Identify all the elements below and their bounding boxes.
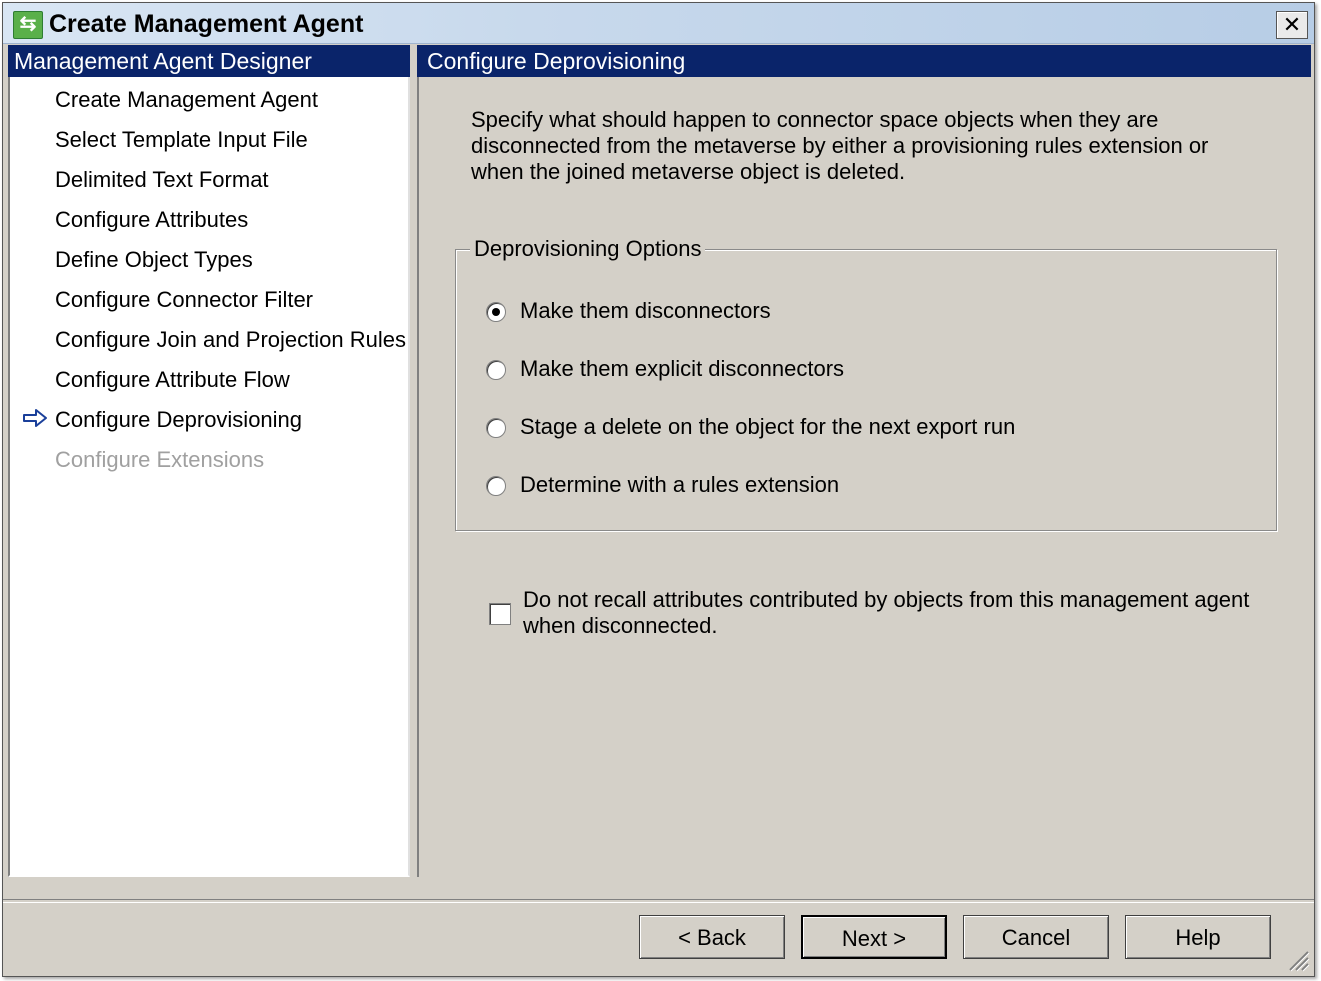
radio-make-disconnectors[interactable]: [486, 302, 506, 322]
cancel-button[interactable]: Cancel: [963, 915, 1109, 959]
create-management-agent-dialog: ⇆ Create Management Agent ✕ Management A…: [2, 2, 1315, 977]
configure-deprovisioning-page: Specify what should happen to connector …: [417, 77, 1311, 877]
pane-splitter[interactable]: [410, 77, 417, 877]
do-not-recall-attributes-checkbox[interactable]: [489, 603, 511, 625]
designer-steps-header: Management Agent Designer: [8, 45, 410, 77]
option-label[interactable]: Stage a delete on the object for the nex…: [520, 414, 1015, 440]
step-configure-connector-filter[interactable]: Configure Connector Filter: [55, 287, 313, 313]
next-button[interactable]: Next >: [801, 915, 947, 959]
radio-rules-extension[interactable]: [486, 476, 506, 496]
back-button[interactable]: < Back: [639, 915, 785, 959]
help-button[interactable]: Help: [1125, 915, 1271, 959]
step-create-management-agent[interactable]: Create Management Agent: [55, 87, 318, 113]
group-label: Deprovisioning Options: [470, 236, 706, 262]
radio-stage-delete[interactable]: [486, 418, 506, 438]
step-select-template-input-file[interactable]: Select Template Input File: [55, 127, 308, 153]
page-title: Configure Deprovisioning: [417, 45, 1311, 77]
management-agent-icon: ⇆: [13, 11, 43, 39]
radio-make-explicit-disconnectors[interactable]: [486, 360, 506, 380]
resize-grip-icon[interactable]: [1286, 948, 1310, 972]
close-button[interactable]: ✕: [1276, 11, 1308, 39]
button-area-separator: [3, 899, 1314, 903]
step-configure-extensions: Configure Extensions: [55, 447, 265, 472]
option-label[interactable]: Make them explicit disconnectors: [520, 356, 844, 382]
step-configure-attribute-flow[interactable]: Configure Attribute Flow: [55, 367, 290, 393]
step-delimited-text-format[interactable]: Delimited Text Format: [55, 167, 269, 193]
step-define-object-types[interactable]: Define Object Types: [55, 247, 253, 273]
window-title: Create Management Agent: [49, 10, 364, 38]
title-bar: ⇆ Create Management Agent ✕: [3, 3, 1314, 44]
page-description: Specify what should happen to connector …: [471, 107, 1209, 184]
step-configure-join-projection-rules[interactable]: Configure Join and Projection Rules: [55, 327, 406, 353]
deprovisioning-options-group: Deprovisioning Options Make them disconn…: [455, 236, 1277, 531]
step-configure-deprovisioning[interactable]: Configure Deprovisioning: [55, 407, 302, 433]
current-step-arrow-icon: [23, 409, 47, 427]
option-label[interactable]: Determine with a rules extension: [520, 472, 839, 498]
step-configure-attributes[interactable]: Configure Attributes: [55, 207, 248, 233]
designer-steps-list: Create Management Agent Select Template …: [8, 77, 410, 877]
do-not-recall-attributes-label[interactable]: Do not recall attributes contributed by …: [523, 587, 1263, 639]
option-label[interactable]: Make them disconnectors: [520, 298, 771, 324]
